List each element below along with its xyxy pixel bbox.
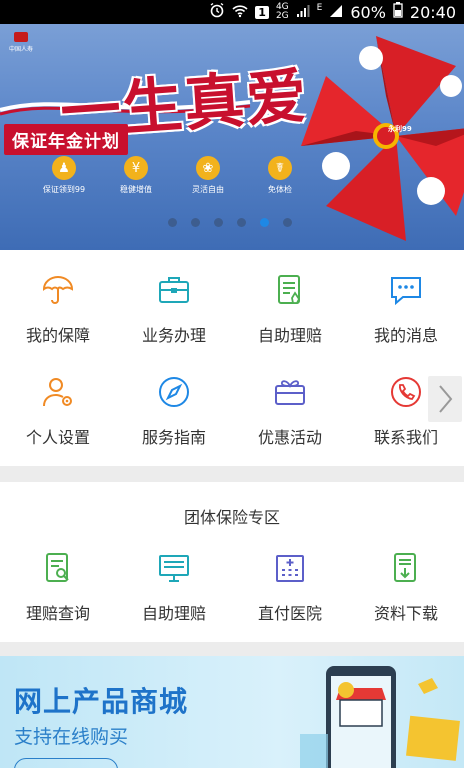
menu-service-guide[interactable]: 服务指南 <box>116 374 232 448</box>
hospital-icon <box>272 550 308 586</box>
alarm-icon <box>209 2 225 22</box>
search-doc-icon <box>40 550 76 586</box>
company-logo: 中国人寿 <box>6 32 36 54</box>
quick-menu-row-2: 个人设置 服务指南 优惠活动 联系我们 <box>0 374 464 448</box>
promo-banner[interactable]: 中国人寿 一生真爱 保证年金计划 ♟ 保证领到99 ¥ 稳健增值 ❀ 灵活自由 … <box>0 24 464 250</box>
menu-promotions[interactable]: 优惠活动 <box>232 374 348 448</box>
signal-icon-2 <box>329 3 343 22</box>
wifi-icon <box>232 3 248 22</box>
chat-icon <box>388 272 424 308</box>
battery-icon <box>393 2 403 22</box>
carousel-dot[interactable] <box>191 218 200 227</box>
mall-title: 网上产品商城 <box>14 685 189 718</box>
section-title: 团体保险专区 <box>183 508 280 527</box>
feature-guaranteed: ♟ 保证领到99 <box>38 156 90 195</box>
umbrella-icon <box>40 272 76 308</box>
carousel-dot[interactable] <box>237 218 246 227</box>
menu-my-coverage[interactable]: 我的保障 <box>0 272 116 346</box>
menu-business[interactable]: 业务办理 <box>116 272 232 346</box>
plant-icon: ❀ <box>196 156 220 180</box>
status-bar: 1 4G 2G E 60% 20:40 <box>0 0 464 24</box>
pinwheel-illustration <box>301 36 464 241</box>
network-2g-label: 2G <box>275 11 289 21</box>
feature-flexible: ❀ 灵活自由 <box>182 156 234 195</box>
menu-my-messages[interactable]: 我的消息 <box>348 272 464 346</box>
carousel-dot[interactable] <box>168 218 177 227</box>
battery-percent: 60% <box>350 2 386 22</box>
carousel-dot[interactable] <box>214 218 223 227</box>
compass-icon <box>156 374 192 410</box>
download-doc-icon <box>388 550 424 586</box>
briefcase-icon <box>156 272 192 308</box>
next-page-button[interactable] <box>428 376 462 422</box>
data-indicator: E <box>316 3 323 13</box>
group-direct-pay-hospital[interactable]: 直付医院 <box>232 550 348 624</box>
user-settings-icon <box>40 374 76 410</box>
group-document-download[interactable]: 资料下载 <box>348 550 464 624</box>
monitor-icon <box>156 550 192 586</box>
stethoscope-icon: ☤ <box>268 156 292 180</box>
carousel-indicator[interactable] <box>168 218 292 227</box>
signal-icon <box>296 3 310 22</box>
quick-menu: 我的保障 业务办理 自助理赔 我的消息 个人设置 服务指南 优惠活动 联系我们 <box>0 250 464 466</box>
gift-card-icon <box>272 374 308 410</box>
feature-steady-growth: ¥ 稳健增值 <box>110 156 162 195</box>
person-cane-icon: ♟ <box>52 156 76 180</box>
coin-icon: ¥ <box>124 156 148 180</box>
menu-self-claim[interactable]: 自助理赔 <box>232 272 348 346</box>
clock: 20:40 <box>409 2 456 22</box>
quick-menu-row-1: 我的保障 业务办理 自助理赔 我的消息 <box>0 272 464 346</box>
menu-personal-settings[interactable]: 个人设置 <box>0 374 116 448</box>
group-menu-row: 理赔查询 自助理赔 直付医院 资料下载 <box>0 550 464 624</box>
claim-doc-icon <box>272 272 308 308</box>
phone-shop-illustration <box>300 666 460 768</box>
group-claim-query[interactable]: 理赔查询 <box>0 550 116 624</box>
banner-subheadline: 保证年金计划 <box>4 124 128 155</box>
badge-label: 永利99 <box>388 125 412 133</box>
chevron-right-icon <box>439 385 453 413</box>
group-self-claim[interactable]: 自助理赔 <box>116 550 232 624</box>
banner-features: ♟ 保证领到99 ¥ 稳健增值 ❀ 灵活自由 ☤ 免体检 <box>38 156 306 195</box>
group-insurance-section: 团体保险专区 理赔查询 自助理赔 直付医院 资料下载 <box>0 482 464 642</box>
online-mall-banner[interactable]: 网上产品商城 支持在线购买 <box>0 656 464 768</box>
mall-enter-button[interactable] <box>14 758 118 768</box>
carousel-dot[interactable] <box>283 218 292 227</box>
carousel-dot-active[interactable] <box>260 218 269 227</box>
mall-subtitle: 支持在线购买 <box>14 726 129 748</box>
phone-icon <box>388 374 424 410</box>
sim-slot-badge: 1 <box>255 5 269 19</box>
